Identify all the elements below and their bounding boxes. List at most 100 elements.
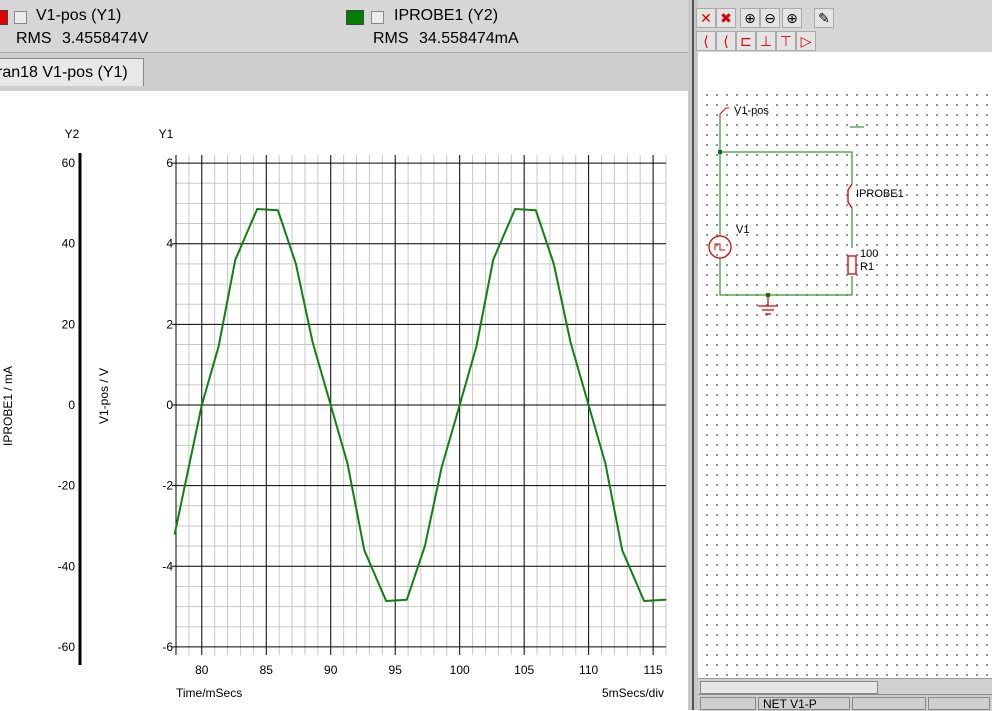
trace-point: [363, 549, 365, 551]
run-simulation-icon[interactable]: ▷: [796, 31, 816, 51]
trace-point: [330, 404, 332, 406]
trace-point: [277, 209, 279, 211]
status-bar: NET V1-P: [698, 694, 992, 711]
y1-tick-label: -4: [162, 559, 173, 573]
resistor-value[interactable]: 100: [860, 248, 878, 260]
current-probe-symbol[interactable]: [847, 183, 853, 209]
trace-point: [475, 345, 478, 348]
trace-point: [643, 600, 645, 602]
trace-point: [441, 466, 443, 469]
trace-point: [664, 599, 666, 601]
resistor-symbol[interactable]: [847, 255, 857, 275]
junction-dot: [718, 150, 722, 154]
y1-header: Y1: [159, 127, 174, 141]
cross-probe-icon[interactable]: ✕: [696, 8, 716, 28]
y1-tick-label: -6: [162, 640, 173, 654]
x-tick-label: 105: [514, 663, 534, 677]
y2-tick-label: -60: [58, 640, 76, 654]
trace-point: [535, 209, 537, 211]
trace-point: [604, 462, 606, 465]
place-current-probe-icon[interactable]: ⟨: [716, 31, 736, 51]
trace-point: [569, 341, 572, 344]
net-label[interactable]: V1-pos: [734, 105, 769, 117]
trace-point: [201, 404, 203, 406]
trace-point: [553, 263, 555, 265]
x-axis-label: Time/mSecs: [176, 686, 242, 700]
trace1-rms-value: 3.4558474V: [62, 30, 149, 47]
trace2-checkbox[interactable]: [371, 11, 384, 24]
trace-point: [459, 404, 461, 406]
schematic-drawing: V1-pos IPROBE1 V1 100 R1: [708, 105, 904, 315]
trace-point: [406, 599, 408, 601]
trace2-color-swatch[interactable]: [346, 10, 364, 25]
y1-tick-label: 0: [166, 398, 173, 412]
trace-point: [295, 263, 297, 265]
schematic-toolbar: ✕ ✖ ⊕ ⊖ ⊕ ✎ ⟨ ⟨ ⊏ ⊥ ⊤ ▷: [696, 0, 992, 52]
y2-tick-label: -40: [58, 559, 76, 573]
status-cell: [928, 697, 990, 710]
major-grid: [172, 155, 666, 655]
wire[interactable]: [719, 258, 853, 296]
source-waveform-glyph: [714, 243, 725, 251]
y2-tick-label: 40: [62, 237, 76, 251]
schematic-canvas[interactable]: V1-pos IPROBE1 V1 100 R1: [698, 86, 992, 678]
place-diff-probe-icon[interactable]: ⊏: [736, 31, 756, 51]
zoom-out-icon[interactable]: ⊖: [760, 8, 780, 28]
trace-point: [385, 600, 387, 602]
x-tick-label: 95: [389, 663, 403, 677]
y1-tick-label: 2: [166, 317, 173, 331]
y1-axis-label: V1-pos / V: [97, 368, 111, 424]
x-scale-label: 5mSecs/div: [602, 686, 664, 700]
trace-point: [174, 533, 176, 535]
trace-point: [346, 462, 349, 465]
trace1-name: V1-pos (Y1): [36, 7, 122, 24]
status-cell: [700, 697, 756, 710]
place-power-probe-icon[interactable]: ⊥: [756, 31, 776, 51]
graph-tab[interactable]: ran18 V1-pos (Y1): [0, 58, 144, 86]
source-label[interactable]: V1: [736, 224, 749, 236]
status-net-cell: NET V1-P: [758, 697, 850, 710]
waveform-plot-area[interactable]: 6 4 2 0 -2 -4 -6 60 40 20 0 -20 -40 -60 80 85 90 95 100 1…: [0, 91, 688, 710]
trace-point: [621, 549, 623, 551]
trace1-color-swatch[interactable]: [0, 10, 8, 25]
scrollbar-thumb[interactable]: [700, 681, 878, 694]
y1-tick-label: -2: [162, 479, 173, 493]
trace-point: [665, 599, 667, 601]
y2-tick-label: 60: [62, 156, 76, 170]
status-cell: [852, 697, 926, 710]
waveform-chart[interactable]: 6420-2-4-6 6040200-20-40-60 80 85 90 95 100 1…: [0, 91, 688, 710]
probe-label[interactable]: IPROBE1: [856, 188, 904, 200]
y2-tick-label: 0: [68, 398, 75, 412]
pencil-icon[interactable]: ✎: [814, 8, 834, 28]
x-tick-label: 90: [324, 663, 338, 677]
trace-point: [424, 545, 426, 547]
y2-header: Y2: [65, 127, 80, 141]
graph-tab-strip: ran18 V1-pos (Y1): [0, 52, 688, 92]
trace-point: [588, 404, 590, 406]
y1-tick-labels: 6 4 2 0 -2 -4 -6: [162, 156, 173, 654]
trace2-rms-label: RMS: [373, 30, 409, 47]
ground-symbol[interactable]: [758, 295, 778, 315]
trace-point: [492, 259, 494, 261]
horizontal-scrollbar[interactable]: [698, 678, 992, 695]
y2-axis-label: IPROBE1 / mA: [1, 366, 15, 446]
net-label-marker[interactable]: [719, 107, 729, 120]
x-tick-labels: 80 85 90 95 100 105 110 115: [195, 663, 663, 677]
trace-point: [514, 208, 516, 210]
resistor-label[interactable]: R1: [860, 261, 874, 273]
trace1-checkbox[interactable]: [14, 11, 27, 24]
x-tick-label: 115: [644, 663, 663, 677]
place-probe-icon[interactable]: ⟨: [696, 31, 716, 51]
trace-point: [312, 341, 314, 344]
x-tick-label: 80: [195, 663, 209, 677]
zoom-in-icon[interactable]: ⊕: [782, 8, 802, 28]
trace-point: [217, 345, 220, 348]
place-fixed-probe-icon[interactable]: ⊤: [776, 31, 796, 51]
zoom-fit-icon[interactable]: ⊕: [740, 8, 760, 28]
trace-point: [256, 208, 258, 210]
trace2-rms-value: 34.558474mA: [419, 30, 519, 47]
x-tick-label: 110: [579, 663, 598, 677]
delete-markers-icon[interactable]: ✖: [716, 8, 736, 28]
pane-splitter[interactable]: [688, 0, 698, 710]
wire[interactable]: [720, 151, 853, 184]
